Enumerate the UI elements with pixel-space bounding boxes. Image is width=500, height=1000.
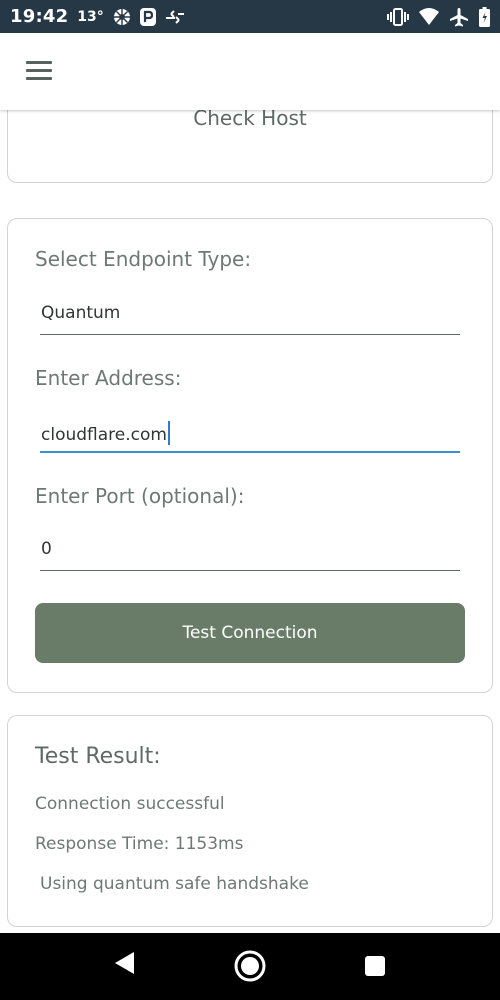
hamburger-menu-icon[interactable]: [24, 59, 54, 83]
check-host-button[interactable]: Check Host: [8, 110, 492, 130]
top-app-bar: [0, 33, 500, 110]
test-result-title: Test Result:: [35, 744, 161, 769]
endpoint-type-label: Select Endpoint Type:: [35, 247, 252, 271]
wifi-icon: [419, 7, 439, 26]
test-result-card: Test Result: Connection successful Respo…: [7, 715, 493, 927]
main-content[interactable]: Check Host Select Endpoint Type: Quantum…: [0, 110, 500, 933]
status-left-group: 19:42 13°: [10, 6, 185, 27]
connection-status-text: Connection successful: [35, 794, 225, 814]
address-value: cloudflare.com: [41, 425, 167, 445]
back-triangle-icon[interactable]: [112, 950, 136, 976]
status-time: 19:42: [10, 6, 69, 27]
address-label: Enter Address:: [35, 366, 182, 390]
port-value: 0: [41, 539, 52, 559]
endpoint-type-value: Quantum: [41, 303, 121, 323]
check-host-card: Check Host: [7, 110, 493, 183]
transfer-icon: [165, 9, 185, 24]
status-right-group: [387, 6, 490, 27]
airplane-icon: [449, 7, 469, 27]
endpoint-type-select[interactable]: Quantum: [40, 301, 460, 335]
status-temperature: 13°: [77, 8, 104, 25]
parking-icon: [139, 7, 156, 26]
navigation-bar: [0, 933, 500, 1000]
connection-form-card: Select Endpoint Type: Quantum Enter Addr…: [7, 218, 493, 693]
aperture-icon: [113, 8, 131, 26]
response-time-text: Response Time: 1153ms: [35, 834, 244, 854]
battery-icon: [479, 6, 490, 27]
status-bar: 19:42 13°: [0, 0, 500, 33]
test-connection-button[interactable]: Test Connection: [35, 603, 465, 663]
port-label: Enter Port (optional):: [35, 484, 245, 508]
port-input[interactable]: 0: [40, 537, 460, 571]
vibrate-icon: [387, 7, 409, 26]
home-circle-icon[interactable]: [233, 949, 267, 983]
recents-square-icon[interactable]: [364, 955, 386, 977]
text-cursor: [167, 421, 170, 445]
handshake-text: Using quantum safe handshake: [40, 874, 309, 894]
address-input[interactable]: cloudflare.com: [40, 419, 460, 453]
